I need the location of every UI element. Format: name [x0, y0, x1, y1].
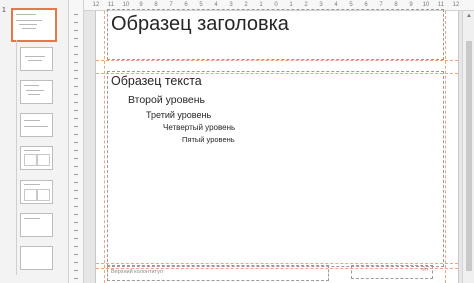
- ruler-tick: [74, 102, 78, 103]
- thumb-line: [24, 218, 40, 219]
- ruler-tick: [74, 142, 78, 143]
- thumb-box: [24, 189, 37, 201]
- thumb-line: [28, 94, 40, 95]
- ruler-number: 12: [452, 2, 460, 8]
- text-level-1[interactable]: Образец текста: [111, 74, 202, 88]
- ruler-tick: [74, 190, 78, 191]
- ruler-tick: [74, 230, 78, 231]
- ruler-tick: [74, 62, 78, 63]
- layout-tree-line: [16, 40, 17, 275]
- thumb-box: [24, 154, 37, 166]
- ruler-tick: [74, 86, 78, 87]
- ruler-tick: [74, 166, 78, 167]
- thumb-line: [24, 150, 40, 151]
- guide-line[interactable]: [445, 11, 446, 283]
- thumb-box: [37, 189, 50, 201]
- thumb-line: [24, 85, 39, 86]
- layout-thumbnail[interactable]: [20, 47, 53, 71]
- thumb-line: [25, 56, 45, 57]
- slide-master-thumbnail[interactable]: [11, 8, 57, 42]
- scroll-up-icon[interactable]: ▲: [466, 13, 472, 19]
- thumb-line: [24, 120, 40, 121]
- ruler-tick: [74, 222, 78, 223]
- ruler-tick: [74, 182, 78, 183]
- text-level-2[interactable]: Второй уровень: [128, 94, 205, 106]
- thumb-line: [28, 60, 42, 61]
- thumb-box: [37, 154, 50, 166]
- slide-master-canvas[interactable]: Образец заголовка Образец текста Второй …: [95, 9, 459, 283]
- layout-thumbnail[interactable]: [20, 80, 53, 104]
- ruler-tick: [74, 246, 78, 247]
- ruler-tick: [74, 262, 78, 263]
- ruler-number: 12: [92, 2, 100, 8]
- ruler-tick: [74, 54, 78, 55]
- ruler-tick: [74, 278, 78, 279]
- ruler-tick: [74, 46, 78, 47]
- layout-thumbnail[interactable]: [20, 146, 53, 170]
- ruler-tick: [74, 22, 78, 23]
- ruler-tick: [74, 94, 78, 95]
- thumb-line: [24, 184, 40, 185]
- thumb-text-line: [19, 24, 37, 25]
- text-level-5[interactable]: Пятый уровень: [182, 135, 235, 144]
- scrollbar-thumb[interactable]: [466, 41, 472, 271]
- vertical-scrollbar[interactable]: ▲: [462, 11, 474, 283]
- guide-line[interactable]: [96, 60, 458, 61]
- thumb-title-line: [16, 14, 36, 15]
- ruler-tick: [74, 206, 78, 207]
- ruler-tick: [74, 126, 78, 127]
- thumb-line: [26, 90, 44, 91]
- title-placeholder-text[interactable]: Образец заголовка: [111, 13, 289, 36]
- ruler-tick: [74, 150, 78, 151]
- footer-text[interactable]: Верхний колонтитул: [111, 269, 163, 275]
- ruler-tick: [74, 134, 78, 135]
- guide-line[interactable]: [104, 11, 105, 283]
- thumb-text-line: [16, 20, 42, 21]
- ruler-tick: [74, 78, 78, 79]
- ruler-tick: [74, 238, 78, 239]
- layout-thumbnail[interactable]: [20, 246, 53, 270]
- ruler-tick: [74, 38, 78, 39]
- ruler-tick: [74, 30, 78, 31]
- ruler-tick: [74, 110, 78, 111]
- ruler-tick: [74, 158, 78, 159]
- ruler-tick: [74, 70, 78, 71]
- ruler-tick: [74, 254, 78, 255]
- text-level-4[interactable]: Четвертый уровень: [163, 123, 235, 132]
- layout-thumbnail[interactable]: [20, 213, 53, 237]
- thumb-text-line: [22, 28, 36, 29]
- ruler-tick: [74, 118, 78, 119]
- ruler-tick: [74, 198, 78, 199]
- ruler-tick: [74, 214, 78, 215]
- layout-thumbnail[interactable]: [20, 113, 53, 137]
- thumb-line: [24, 126, 48, 127]
- ruler-tick: [74, 270, 78, 271]
- layout-thumbnail[interactable]: [20, 180, 53, 204]
- text-level-3[interactable]: Третий уровень: [146, 110, 211, 120]
- vertical-ruler[interactable]: [69, 0, 84, 283]
- ruler-tick: [74, 14, 78, 15]
- master-slide-number: 1: [2, 7, 6, 14]
- ruler-tick: [74, 174, 78, 175]
- slide-number-mark: ‹#›: [421, 267, 429, 273]
- slide-thumbnail-pane[interactable]: 1: [0, 0, 69, 283]
